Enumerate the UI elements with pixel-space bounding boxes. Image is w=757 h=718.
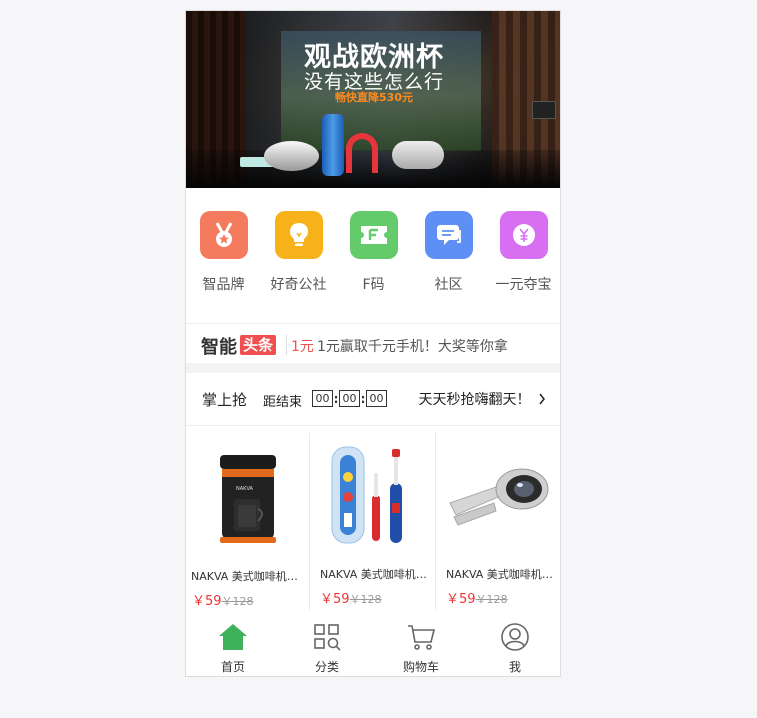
product-price: ￥59￥128 — [446, 588, 508, 607]
product-price: ￥59￥128 — [192, 590, 254, 609]
category-label: 智品牌 — [202, 277, 245, 293]
tab-home[interactable]: 首页 — [186, 622, 280, 675]
product-name: NAKVA 美式咖啡机一体机 — [446, 568, 560, 581]
promo-banner[interactable]: 观战欧洲杯 没有这些怎么行 畅快直降530元 — [186, 11, 560, 188]
flash-sale-promo-text: 天天秒抢嗨翻天！ — [418, 392, 531, 408]
flash-sale-title: 掌上抢 — [202, 391, 248, 409]
blue-speaker-image — [322, 114, 344, 176]
chevron-right-icon — [539, 393, 545, 405]
headline-text[interactable]: 1元赢取千元手机！大奖等你拿 — [317, 336, 508, 356]
home-icon — [219, 624, 247, 650]
product-name: NAKVA 美式咖啡机一体机 — [191, 570, 307, 583]
tab-category[interactable]: 分类 — [280, 622, 374, 675]
product-price: ￥59￥128 — [320, 588, 382, 607]
current-price: ￥59 — [192, 594, 222, 609]
flash-sale-more-link[interactable]: 天天秒抢嗨翻天！ — [419, 389, 546, 409]
countdown-label: 距结束 — [263, 395, 303, 410]
category-label: F码 — [362, 277, 385, 293]
tab-label: 分类 — [314, 660, 339, 674]
section-divider — [186, 363, 560, 373]
banner-promo: 畅快直降530元 — [335, 91, 413, 104]
lightbulb-icon — [274, 211, 323, 259]
headline-tag: 头条 — [240, 335, 277, 355]
original-price: ￥128 — [349, 593, 382, 606]
category-item-haoqigongshe[interactable]: 好奇公社 — [261, 211, 336, 294]
category-label: 好奇公社 — [270, 277, 327, 293]
cylinder-speaker-image — [392, 141, 444, 169]
current-price: ￥59 — [446, 592, 476, 607]
flash-sale-header: 掌上抢 距结束 00 : 00 : 00 天天秒抢嗨翻天！ — [186, 373, 560, 426]
bottom-tab-bar: 首页 分类 购物车 我 — [186, 610, 560, 676]
category-item-community[interactable]: 社区 — [411, 211, 486, 294]
headline-brand: 智能 — [201, 337, 237, 358]
headline-price: 1元 — [291, 339, 314, 355]
yuan-coin-icon — [499, 211, 548, 259]
tab-label: 首页 — [220, 660, 245, 674]
tab-cart[interactable]: 购物车 — [374, 622, 468, 675]
product-name: NAKVA 美式咖啡机一体机 — [320, 568, 436, 581]
product-card[interactable]: NAKVA 美式咖啡机一体机 ￥59￥128 — [435, 433, 560, 611]
f-code-ticket-icon — [349, 211, 398, 259]
headline-divider — [286, 335, 287, 355]
category-label: 一元夺宝 — [495, 277, 552, 293]
tab-label: 我 — [508, 660, 521, 674]
category-item-zhipinpai[interactable]: 智品牌 — [186, 211, 261, 294]
medal-icon — [199, 211, 248, 259]
tab-me[interactable]: 我 — [468, 622, 560, 675]
product-card[interactable]: NAKVA 美式咖啡机一体机 ￥59￥128 — [309, 433, 436, 611]
svg-text:NAKVA: NAKVA — [236, 486, 254, 492]
clip-lens-icon — [436, 433, 559, 553]
tab-label: 购物车 — [402, 660, 439, 674]
headphones-image — [346, 133, 378, 173]
router-image — [264, 141, 319, 171]
electric-toothbrush-icon — [310, 433, 433, 553]
current-price: ￥59 — [320, 592, 350, 607]
category-item-yiyuanduobao[interactable]: 一元夺宝 — [486, 211, 560, 294]
category-icon-row: 智品牌 好奇公社 F码 社区 一元夺宝 — [186, 211, 560, 311]
user-icon — [501, 623, 529, 651]
countdown-hours: 00 — [312, 390, 333, 407]
cart-icon — [408, 625, 436, 650]
product-card[interactable]: NAKVA NAKVA 美式咖啡机一体机 ￥59￥128 — [186, 433, 309, 611]
category-grid-icon — [314, 624, 341, 651]
phone-screen: 观战欧洲杯 没有这些怎么行 畅快直降530元 智品牌 好奇公社 F码 社区 一元… — [185, 10, 561, 677]
coffee-machine-icon: NAKVA — [186, 433, 309, 553]
countdown-minutes: 00 — [339, 390, 360, 407]
product-list: NAKVA NAKVA 美式咖啡机一体机 ￥59￥128 NAKVA 美式咖啡机… — [186, 433, 560, 611]
original-price: ￥128 — [475, 593, 508, 606]
countdown-timer: 00 : 00 : 00 — [312, 390, 387, 407]
category-label: 社区 — [434, 277, 463, 293]
smart-headline-bar[interactable]: 智能 头条 1元 1元赢取千元手机！大奖等你拿 — [186, 323, 560, 364]
original-price: ￥128 — [221, 595, 254, 608]
chat-bubbles-icon — [424, 211, 473, 259]
category-item-fcode[interactable]: F码 — [336, 211, 411, 294]
countdown-seconds: 00 — [366, 390, 387, 407]
